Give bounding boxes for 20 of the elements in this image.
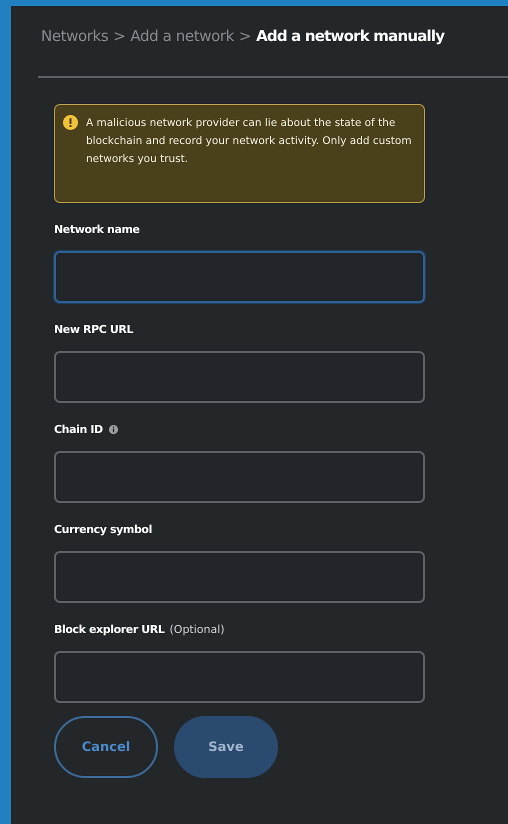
breadcrumb-link[interactable]: Networks (41, 27, 108, 45)
info-icon[interactable] (108, 424, 119, 434)
cancel-button[interactable]: Cancel (54, 716, 158, 778)
text-field[interactable] (54, 551, 425, 603)
breadcrumb-separator: > (238, 27, 252, 45)
field-label: New RPC URL (54, 322, 134, 336)
text-field[interactable] (54, 251, 425, 303)
field-label: Block explorer URL (54, 622, 164, 636)
text-field[interactable] (54, 651, 425, 703)
text-field[interactable] (54, 351, 425, 403)
field-label: Currency symbol (54, 522, 152, 536)
field-label: Chain ID (54, 422, 103, 436)
field-label: Network name (54, 222, 140, 236)
text-field[interactable] (54, 451, 425, 503)
optional-label: (Optional) (170, 622, 225, 636)
breadcrumb-separator: > (113, 27, 126, 45)
breadcrumb-current: Add a network manually (256, 27, 444, 45)
warning-icon (63, 115, 78, 130)
breadcrumb-link[interactable]: Add a network (130, 27, 234, 45)
warning-text: A malicious network provider can lie about the state of the blockchain and record your network activity. Only add custom networks you trust. (86, 116, 413, 167)
